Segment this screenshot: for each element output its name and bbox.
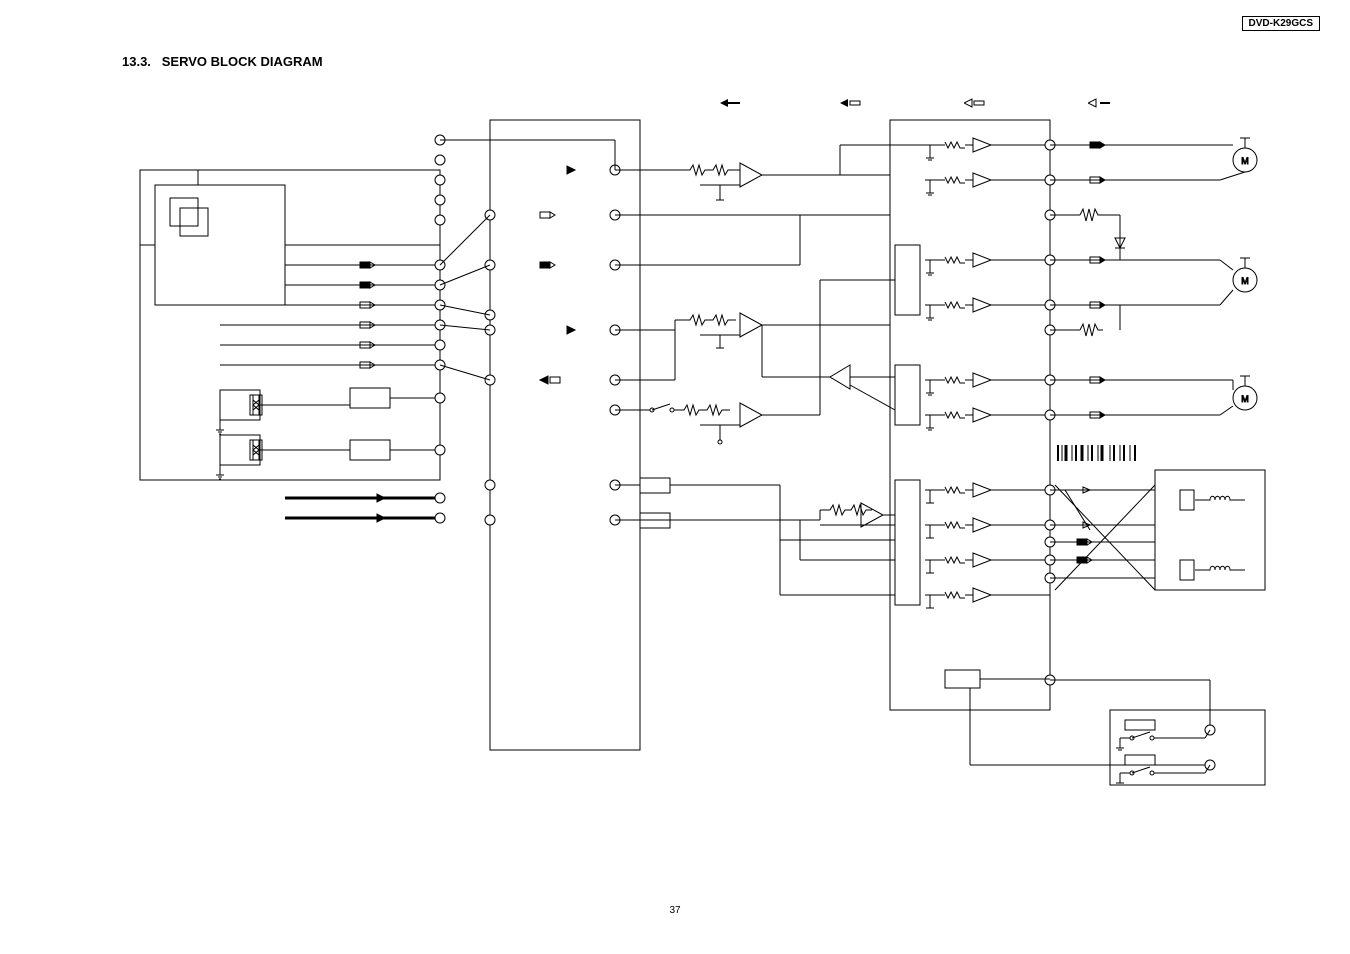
switch-block bbox=[1110, 710, 1265, 785]
servo-block-diagram: M M M bbox=[120, 90, 1270, 810]
section-heading: SERVO BLOCK DIAGRAM bbox=[162, 54, 323, 69]
diagram-svg: M M M bbox=[120, 90, 1270, 810]
svg-text:M: M bbox=[1241, 276, 1249, 286]
pickup-block bbox=[1155, 470, 1265, 590]
page-number: 37 bbox=[669, 905, 680, 916]
model-badge: DVD-K29GCS bbox=[1242, 16, 1320, 31]
section-number: 13.3. bbox=[122, 54, 151, 69]
pickup-barcode bbox=[1055, 445, 1145, 461]
section-title: 13.3. SERVO BLOCK DIAGRAM bbox=[122, 54, 323, 69]
svg-text:M: M bbox=[1241, 156, 1249, 166]
svg-text:M: M bbox=[1241, 394, 1249, 404]
